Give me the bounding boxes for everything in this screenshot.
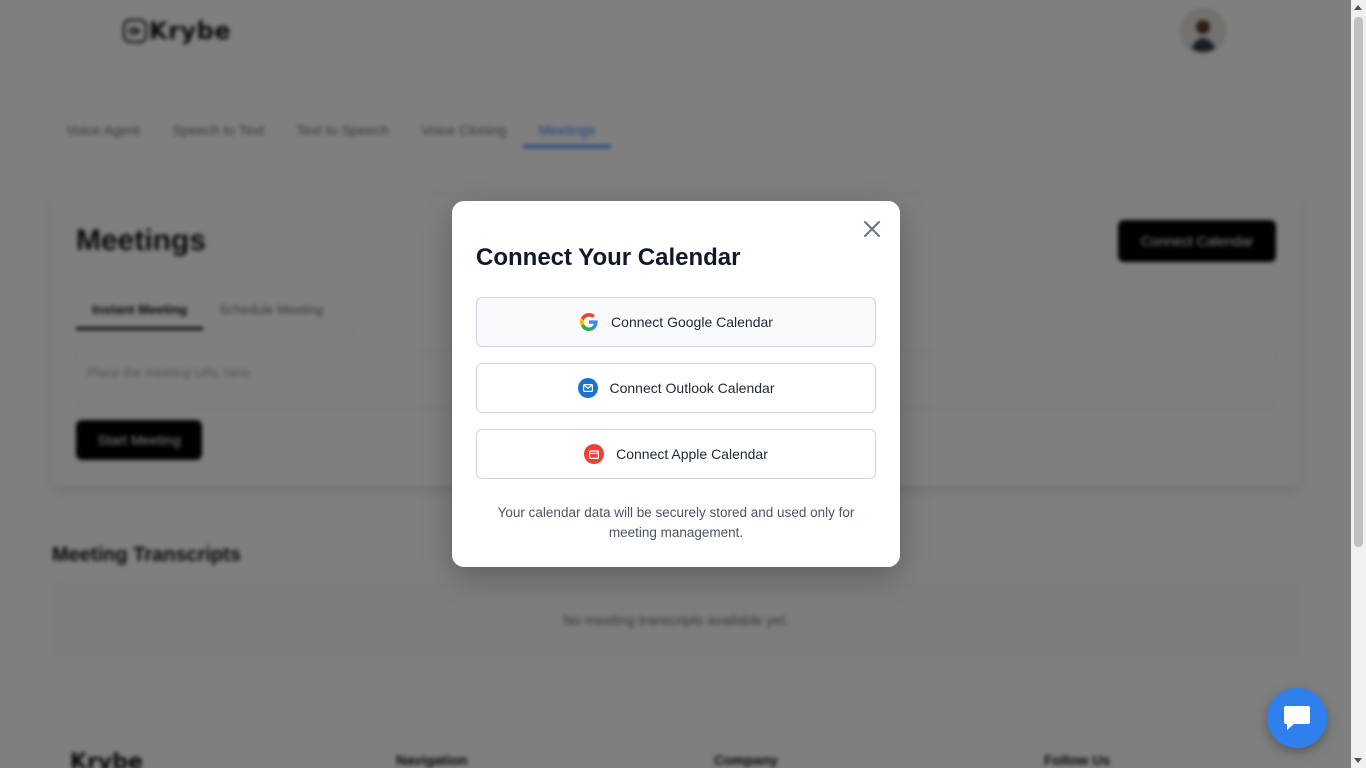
scroll-thumb[interactable] [1354,17,1363,547]
connect-apple-calendar-button[interactable]: Connect Apple Calendar [476,429,876,479]
close-icon[interactable] [861,218,883,240]
outlook-calendar-label: Connect Outlook Calendar [609,380,775,396]
google-calendar-label: Connect Google Calendar [611,314,773,330]
modal-title: Connect Your Calendar [476,244,741,271]
connect-outlook-calendar-button[interactable]: Connect Outlook Calendar [476,363,876,413]
page: Krybe Voice Agent Speech to Text Text to… [0,0,1351,768]
privacy-note: Your calendar data will be securely stor… [497,505,855,540]
scroll-down-icon[interactable] [1354,758,1362,763]
google-icon [579,312,599,332]
mail-icon [577,378,598,398]
connect-google-calendar-button[interactable]: Connect Google Calendar [476,297,876,347]
vertical-scrollbar[interactable] [1351,0,1366,768]
calendar-icon [584,444,605,464]
apple-calendar-label: Connect Apple Calendar [616,446,768,462]
connect-calendar-modal: Connect Your Calendar Connect Google Cal… [452,201,900,567]
scroll-up-icon[interactable] [1354,5,1362,10]
chat-icon[interactable] [1267,688,1327,748]
